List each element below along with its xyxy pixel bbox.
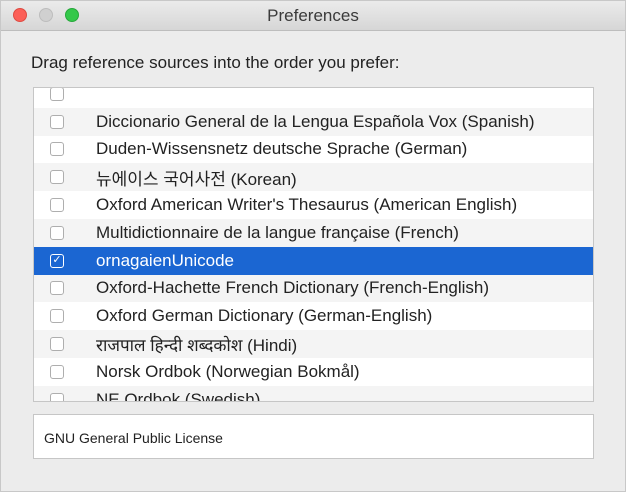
reference-sources-list[interactable]: Diccionario General de la Lengua Español… bbox=[33, 87, 594, 402]
list-item[interactable]: Oxford-Hachette French Dictionary (Frenc… bbox=[34, 274, 593, 303]
list-item-label: Oxford-Hachette French Dictionary (Frenc… bbox=[96, 278, 490, 298]
checkbox[interactable] bbox=[50, 225, 64, 240]
list-item-label: 뉴에이스 국어사전 (Korean) bbox=[96, 169, 297, 189]
list-item-label: Oxford German Dictionary (German-English… bbox=[96, 306, 433, 326]
checkbox[interactable] bbox=[50, 309, 64, 324]
checkbox[interactable] bbox=[50, 88, 64, 101]
list-item-label: Diccionario General de la Lengua Español… bbox=[96, 111, 535, 131]
list-item[interactable]: ✓ ornagaienUnicode bbox=[34, 246, 593, 275]
list-item[interactable] bbox=[34, 88, 593, 108]
checkbox[interactable] bbox=[50, 114, 64, 129]
checkbox[interactable] bbox=[50, 364, 64, 379]
list-item[interactable]: Norsk Ordbok (Norwegian Bokmål) bbox=[34, 358, 593, 386]
checkbox[interactable] bbox=[50, 281, 64, 296]
list-item[interactable]: Oxford German Dictionary (German-English… bbox=[34, 302, 593, 330]
checkbox-checked[interactable]: ✓ bbox=[50, 253, 64, 268]
license-box: GNU General Public License bbox=[33, 414, 594, 459]
list-item-label: Multidictionnaire de la langue française… bbox=[96, 222, 459, 242]
checkbox[interactable] bbox=[50, 392, 64, 401]
list-item-label: Norsk Ordbok (Norwegian Bokmål) bbox=[96, 361, 360, 381]
list-item[interactable]: Duden-Wissensnetz deutsche Sprache (Germ… bbox=[34, 136, 593, 164]
checkbox[interactable] bbox=[50, 337, 64, 352]
list-item-label: ornagaienUnicode bbox=[96, 250, 234, 270]
preferences-window: Preferences Drag reference sources into … bbox=[0, 0, 626, 492]
list-item[interactable]: NE Ordbok (Swedish) bbox=[34, 385, 593, 402]
list-item-label: राजपाल हिन्दी शब्दकोश (Hindi) bbox=[96, 335, 298, 355]
list-item[interactable]: Multidictionnaire de la langue française… bbox=[34, 218, 593, 247]
list-item-label: NE Ordbok (Swedish) bbox=[96, 389, 261, 402]
list-item[interactable]: राजपाल हिन्दी शब्दकोश (Hindi) bbox=[34, 330, 593, 358]
checkbox[interactable] bbox=[50, 170, 64, 185]
list-item-label: Duden-Wissensnetz deutsche Sprache (Germ… bbox=[96, 139, 468, 159]
checkmark-icon: ✓ bbox=[52, 254, 62, 267]
title-bar[interactable]: Preferences bbox=[1, 1, 625, 31]
checkbox[interactable] bbox=[50, 142, 64, 157]
window-title: Preferences bbox=[267, 6, 359, 25]
list-item[interactable]: Oxford American Writer's Thesaurus (Amer… bbox=[34, 191, 593, 219]
list-item-label: Oxford American Writer's Thesaurus (Amer… bbox=[96, 195, 518, 215]
list-item[interactable]: 뉴에이스 국어사전 (Korean) bbox=[34, 163, 593, 192]
checkbox[interactable] bbox=[50, 198, 64, 213]
list-item[interactable]: Diccionario General de la Lengua Español… bbox=[34, 107, 593, 136]
instruction-label: Drag reference sources into the order yo… bbox=[31, 53, 400, 72]
license-text: GNU General Public License bbox=[44, 430, 223, 446]
list-content: Diccionario General de la Lengua Español… bbox=[34, 88, 593, 402]
